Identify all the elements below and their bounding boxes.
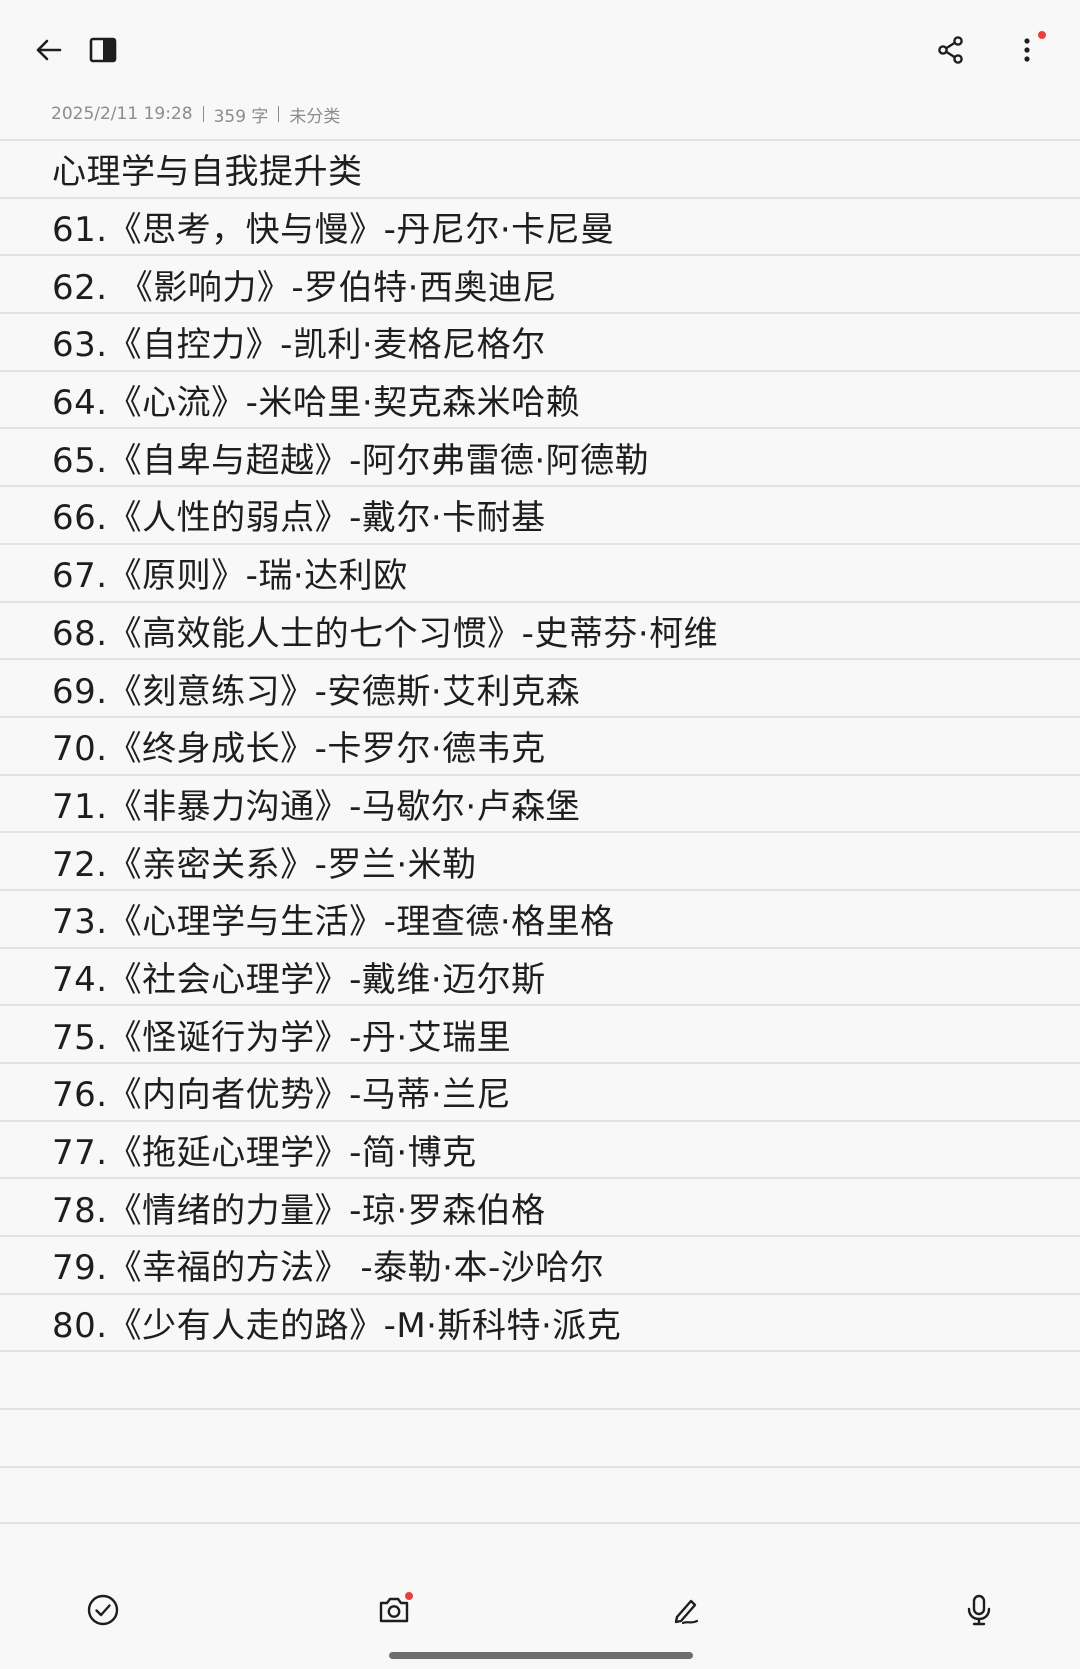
note-line[interactable]: 74.《社会心理学》-戴维·迈尔斯: [0, 946, 1080, 1005]
camera-notification-dot: [405, 1592, 413, 1600]
note-line[interactable]: 78.《情绪的力量》-琼·罗森伯格: [0, 1177, 1080, 1235]
home-indicator[interactable]: [389, 1652, 693, 1659]
note-empty-line[interactable]: [0, 1408, 1080, 1466]
microphone-icon: [962, 1593, 996, 1627]
note-line[interactable]: 71.《非暴力沟通》-马歇尔·卢森堡: [0, 773, 1080, 832]
note-empty-line[interactable]: [0, 1350, 1080, 1408]
note-line[interactable]: 67.《原则》-瑞·达利欧: [0, 542, 1080, 601]
camera-button[interactable]: [366, 1582, 422, 1638]
note-line[interactable]: 69.《刻意练习》-安德斯·艾利克森: [0, 658, 1080, 716]
note-title[interactable]: 心理学与自我提升类: [0, 139, 1080, 197]
meta-divider: [202, 106, 204, 122]
meta-divider: [278, 106, 280, 122]
note-line[interactable]: 72.《亲密关系》-罗兰·米勒: [0, 831, 1080, 889]
share-button[interactable]: [923, 22, 979, 78]
note-line[interactable]: 61.《思考，快与慢》-丹尼尔·卡尼曼: [0, 196, 1080, 255]
voice-button[interactable]: [951, 1582, 1007, 1638]
arrow-left-icon: [33, 35, 63, 65]
top-app-bar: [0, 0, 1080, 100]
note-line[interactable]: 66.《人性的弱点》-戴尔·卡耐基: [0, 485, 1080, 543]
note-line[interactable]: 80.《少有人走的路》-M·斯科特·派克: [0, 1292, 1080, 1351]
note-line[interactable]: 63.《自控力》-凯利·麦格尼格尔: [0, 312, 1080, 370]
share-icon: [936, 35, 966, 65]
note-line[interactable]: 65.《自卑与超越》-阿尔弗雷德·阿德勒: [0, 427, 1080, 485]
note-line[interactable]: 62. 《影响力》-罗伯特·西奥迪尼: [0, 254, 1080, 312]
note-line[interactable]: 77.《拖延心理学》-简·博克: [0, 1119, 1080, 1178]
note-line[interactable]: 79.《幸福的方法》 -泰勒·本-沙哈尔: [0, 1235, 1080, 1293]
note-line[interactable]: 68.《高效能人士的七个习惯》-史蒂芬·柯维: [0, 600, 1080, 659]
note-line[interactable]: 75.《怪诞行为学》-丹·艾瑞里: [0, 1004, 1080, 1062]
note-date: 2025/2/11 19:28: [51, 104, 193, 124]
note-body[interactable]: 心理学与自我提升类 61.《思考，快与慢》-丹尼尔·卡尼曼 62. 《影响力》-…: [0, 139, 1080, 1524]
more-options-button[interactable]: [999, 22, 1055, 78]
note-line[interactable]: 70.《终身成长》-卡罗尔·德韦克: [0, 715, 1080, 774]
notification-dot: [1038, 31, 1046, 39]
note-category[interactable]: 未分类: [289, 102, 340, 127]
note-line[interactable]: 76.《内向者优势》-马蒂·兰尼: [0, 1062, 1080, 1120]
draw-button[interactable]: [658, 1582, 714, 1638]
note-line[interactable]: 64.《心流》-米哈里·契克森米哈赖: [0, 369, 1080, 428]
check-circle-icon: [86, 1593, 120, 1627]
more-vertical-icon: [1022, 35, 1032, 65]
sidebar-toggle-button[interactable]: [75, 22, 131, 78]
back-button[interactable]: [20, 22, 76, 78]
sidebar-toggle-icon: [89, 37, 117, 63]
pen-icon: [669, 1593, 703, 1627]
note-line[interactable]: 73.《心理学与生活》-理查德·格里格: [0, 888, 1080, 947]
bottom-toolbar: [0, 1580, 1080, 1640]
note-word-count: 359 字: [213, 106, 269, 127]
note-meta: 2025/2/11 19:28 359 字 未分类: [51, 102, 340, 127]
checklist-button[interactable]: [75, 1582, 131, 1638]
note-empty-line[interactable]: [0, 1465, 1080, 1524]
